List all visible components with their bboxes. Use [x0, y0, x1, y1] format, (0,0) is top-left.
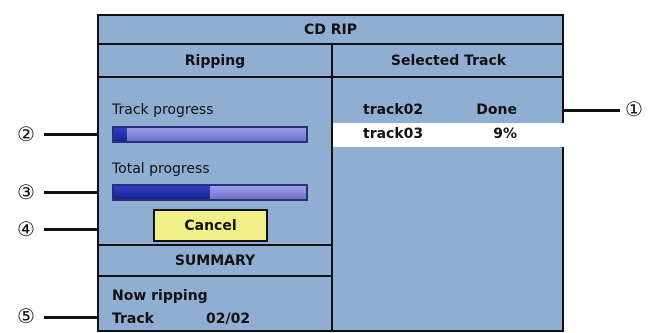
summary-bottom-divider [99, 275, 331, 277]
track-name: track02 [363, 102, 424, 118]
track-row-selected[interactable]: track03 9% [333, 123, 564, 147]
total-progress-bar [112, 184, 308, 201]
callout-2: ② [16, 122, 36, 146]
selected-track-header: Selected Track [390, 52, 507, 69]
callout-4: ④ [16, 217, 36, 241]
track-row[interactable]: track02 Done [333, 99, 564, 123]
summary-header: SUMMARY [174, 252, 256, 269]
window-title: CD RIP [99, 16, 562, 45]
callout-1: ① [624, 97, 644, 121]
ripping-header: Ripping [184, 52, 246, 69]
now-ripping-label: Now ripping [112, 288, 208, 304]
header-divider [99, 76, 562, 78]
summary-track-label: Track [112, 311, 154, 327]
summary-track-value: 02/02 [206, 311, 251, 327]
track-progress-fill [114, 128, 128, 141]
total-progress-fill [114, 186, 210, 199]
track-progress-label: Track progress [112, 102, 214, 118]
track-name: track03 [363, 126, 424, 142]
track-status: 9% [493, 126, 517, 142]
track-status: Done [476, 102, 517, 118]
cd-rip-window: CD RIP Ripping Selected Track Track prog… [97, 14, 564, 332]
callout-3: ③ [16, 180, 36, 204]
callout-5: ⑤ [16, 304, 36, 328]
cancel-button[interactable]: Cancel [153, 209, 268, 242]
track-progress-bar [112, 126, 308, 143]
column-divider [331, 45, 333, 332]
total-progress-label: Total progress [112, 161, 210, 177]
